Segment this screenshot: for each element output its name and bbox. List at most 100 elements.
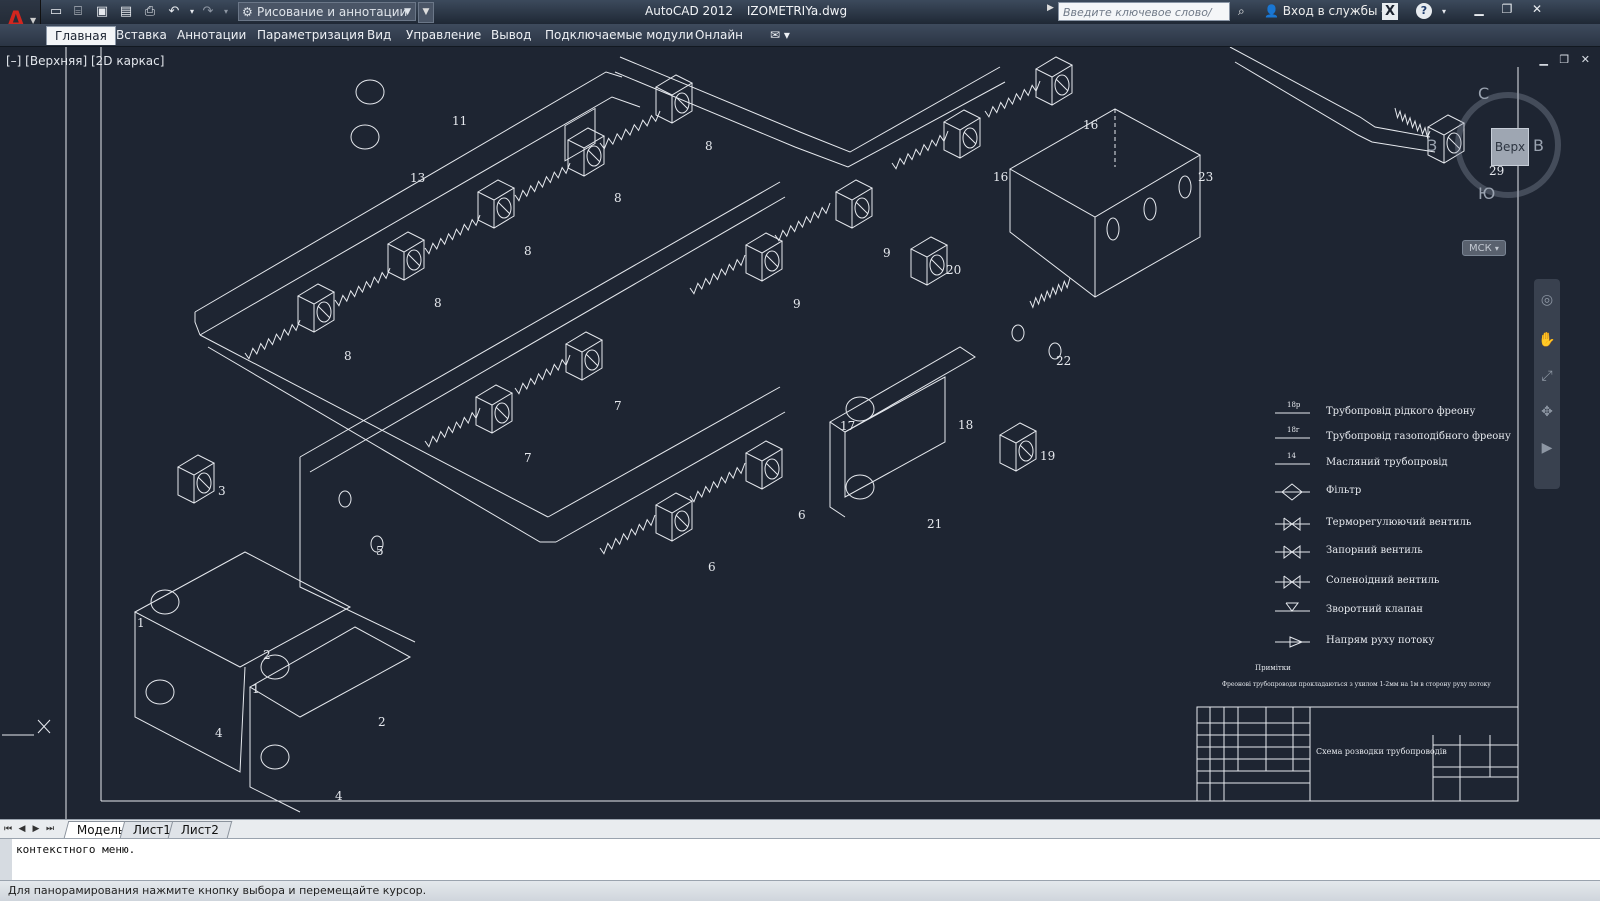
viewcube[interactable]: Верх С Ю З В xyxy=(1427,84,1567,204)
drawing-viewport[interactable]: 11 13 8 8 8 8 8 16 16 23 29 9 9 20 7 7 3 5 22 17 18 21 19 6 6 1 2 1… xyxy=(0,47,1600,819)
insulation-zigzag xyxy=(891,130,949,170)
callout-label-21: 18 xyxy=(958,418,973,432)
orbit-icon[interactable]: ✥ xyxy=(1538,403,1556,421)
tab-manage[interactable]: Управление xyxy=(398,26,489,44)
insulation-zigzag xyxy=(514,354,571,395)
viewport-label[interactable]: [–] [Верхняя] [2D каркас] xyxy=(6,54,164,68)
fan-unit xyxy=(744,232,784,282)
legend-text: Зворотний клапан xyxy=(1326,604,1423,615)
showmotion-icon[interactable]: ▶ xyxy=(1538,439,1556,457)
viewport-close-icon[interactable]: ✕ xyxy=(1581,53,1590,66)
callout-label-4: 8 xyxy=(614,191,622,205)
tab-annotate[interactable]: Аннотации xyxy=(169,26,254,44)
viewport-minimize-icon[interactable]: ▁ xyxy=(1539,53,1547,66)
fan-unit xyxy=(566,127,606,177)
fan-unit xyxy=(564,331,604,381)
save-icon[interactable]: ▣ xyxy=(94,4,110,20)
callout-label-6: 8 xyxy=(434,296,442,310)
tab-view[interactable]: Вид xyxy=(359,26,399,44)
help-dropdown-icon[interactable]: ▾ xyxy=(1436,4,1452,20)
insulation-zigzag xyxy=(1394,107,1431,139)
callout-label-24: 6 xyxy=(798,508,806,522)
viewcube-north[interactable]: С xyxy=(1478,84,1489,103)
binoculars-icon[interactable]: ⌕ xyxy=(1238,4,1245,19)
close-button[interactable]: ✕ xyxy=(1524,0,1550,20)
callout-label-28: 1 xyxy=(252,682,260,696)
undo-icon[interactable]: ↶ xyxy=(166,4,182,20)
steering-wheel-icon[interactable]: ◎ xyxy=(1538,291,1556,309)
callout-label-3: 8 xyxy=(705,139,713,153)
legend-text: Масляний трубопровід xyxy=(1326,457,1448,468)
chevron-down-icon: ▼ xyxy=(404,7,411,17)
fan-unit xyxy=(834,179,874,229)
status-bar: Для панорамирования нажмите кнопку выбор… xyxy=(0,880,1600,901)
legend-code: 18г xyxy=(1287,426,1300,434)
viewport-restore-icon[interactable]: ❐ xyxy=(1559,53,1569,66)
tab-sheet2-label: Лист2 xyxy=(180,823,219,837)
tab-parametric[interactable]: Параметризация xyxy=(249,26,372,44)
quick-access-more-button[interactable]: ▼ xyxy=(418,2,434,23)
tab-insert[interactable]: Вставка xyxy=(108,26,175,44)
stamp-title: Схема розводки трубопроводів xyxy=(1316,747,1447,756)
viewcube-east[interactable]: В xyxy=(1533,136,1544,155)
undo-dropdown-icon[interactable]: ▾ xyxy=(184,4,200,20)
viewcube-south[interactable]: Ю xyxy=(1478,184,1495,203)
tab-home[interactable]: Главная xyxy=(46,26,116,45)
first-tab-icon[interactable]: ⏮ xyxy=(2,822,14,836)
check-valve-symbol xyxy=(1285,602,1299,612)
last-tab-icon[interactable]: ⏭ xyxy=(44,822,56,836)
callout-label-23: 19 xyxy=(1040,449,1055,463)
help-button[interactable]: ? xyxy=(1416,3,1432,19)
zoom-icon[interactable]: ⤢ xyxy=(1538,367,1556,385)
fan-unit xyxy=(474,384,514,434)
legend-text: Запорний вентиль xyxy=(1326,545,1423,556)
redo-dropdown-icon[interactable]: ▾ xyxy=(218,4,234,20)
restore-button[interactable]: ❐ xyxy=(1494,0,1520,20)
pan-icon[interactable]: ✋ xyxy=(1538,331,1556,349)
chevron-down-icon: ▾ xyxy=(1494,244,1499,253)
callout-label-10: 23 xyxy=(1198,170,1213,184)
search-input[interactable]: Введите ключевое слово/фразу xyxy=(1058,2,1230,38)
command-window-grip[interactable] xyxy=(0,839,12,881)
login-button[interactable]: 👤 Вход в службы ▾ xyxy=(1264,4,1385,18)
tab-online[interactable]: Онлайн xyxy=(687,26,751,44)
command-history: контекстного меню. xyxy=(16,843,136,856)
callout-label-29: 2 xyxy=(378,715,386,729)
command-input[interactable] xyxy=(16,861,1590,879)
app-name: AutoCAD 2012 xyxy=(645,4,734,18)
print-icon[interactable]: ⎙ xyxy=(142,4,158,20)
minimize-button[interactable]: ▁ xyxy=(1466,0,1492,20)
ucs-menu[interactable]: МСК ▾ xyxy=(1462,240,1506,256)
tab-sheet2[interactable]: Лист2 xyxy=(167,821,233,838)
insulation-zigzag xyxy=(599,514,656,555)
ribbon-tabs: Главная Вставка Аннотации Параметризация… xyxy=(0,24,1600,47)
prev-tab-icon[interactable]: ◀ xyxy=(16,822,28,836)
callout-label-17: 3 xyxy=(218,484,226,498)
exchange-icon[interactable]: X xyxy=(1382,3,1398,20)
workspace-dropdown[interactable]: ⚙ Рисование и аннотации ▼ xyxy=(238,2,416,21)
mail-icon[interactable]: ✉ ▾ xyxy=(762,26,798,44)
insulation-zigzag xyxy=(599,110,661,150)
note-text: Фреонові трубопроводи прокладаються з ух… xyxy=(1222,681,1491,688)
insulation-zigzag xyxy=(1029,277,1071,309)
open-file-icon[interactable]: ⌸ xyxy=(70,4,86,20)
new-file-icon[interactable]: ▭ xyxy=(48,4,64,20)
viewcube-west[interactable]: З xyxy=(1427,136,1437,155)
callout-label-13: 9 xyxy=(793,297,801,311)
insulation-zigzag xyxy=(774,202,831,242)
layout-tabs: ⏮ ◀ ▶ ⏭ Модель Лист1 Лист2 xyxy=(0,819,1600,838)
viewcube-top-face[interactable]: Верх xyxy=(1491,128,1529,166)
search-expand-icon[interactable]: ▶ xyxy=(1047,3,1054,13)
file-name: IZOMETRIYa.dwg xyxy=(746,4,848,18)
legend-text: Трубопровід рідкого фреону xyxy=(1326,406,1476,417)
legend-code: 14 xyxy=(1287,452,1296,460)
callout-label-9: 16 xyxy=(993,170,1008,184)
fan-unit xyxy=(386,231,426,281)
fan-unit xyxy=(942,109,982,159)
callout-label-1: 11 xyxy=(452,114,467,128)
save-as-icon[interactable]: ▤ xyxy=(118,4,134,20)
tab-output[interactable]: Вывод xyxy=(483,26,539,44)
tab-plugins[interactable]: Подключаемые модули xyxy=(537,26,702,44)
redo-icon[interactable]: ↷ xyxy=(200,4,216,20)
next-tab-icon[interactable]: ▶ xyxy=(30,822,42,836)
